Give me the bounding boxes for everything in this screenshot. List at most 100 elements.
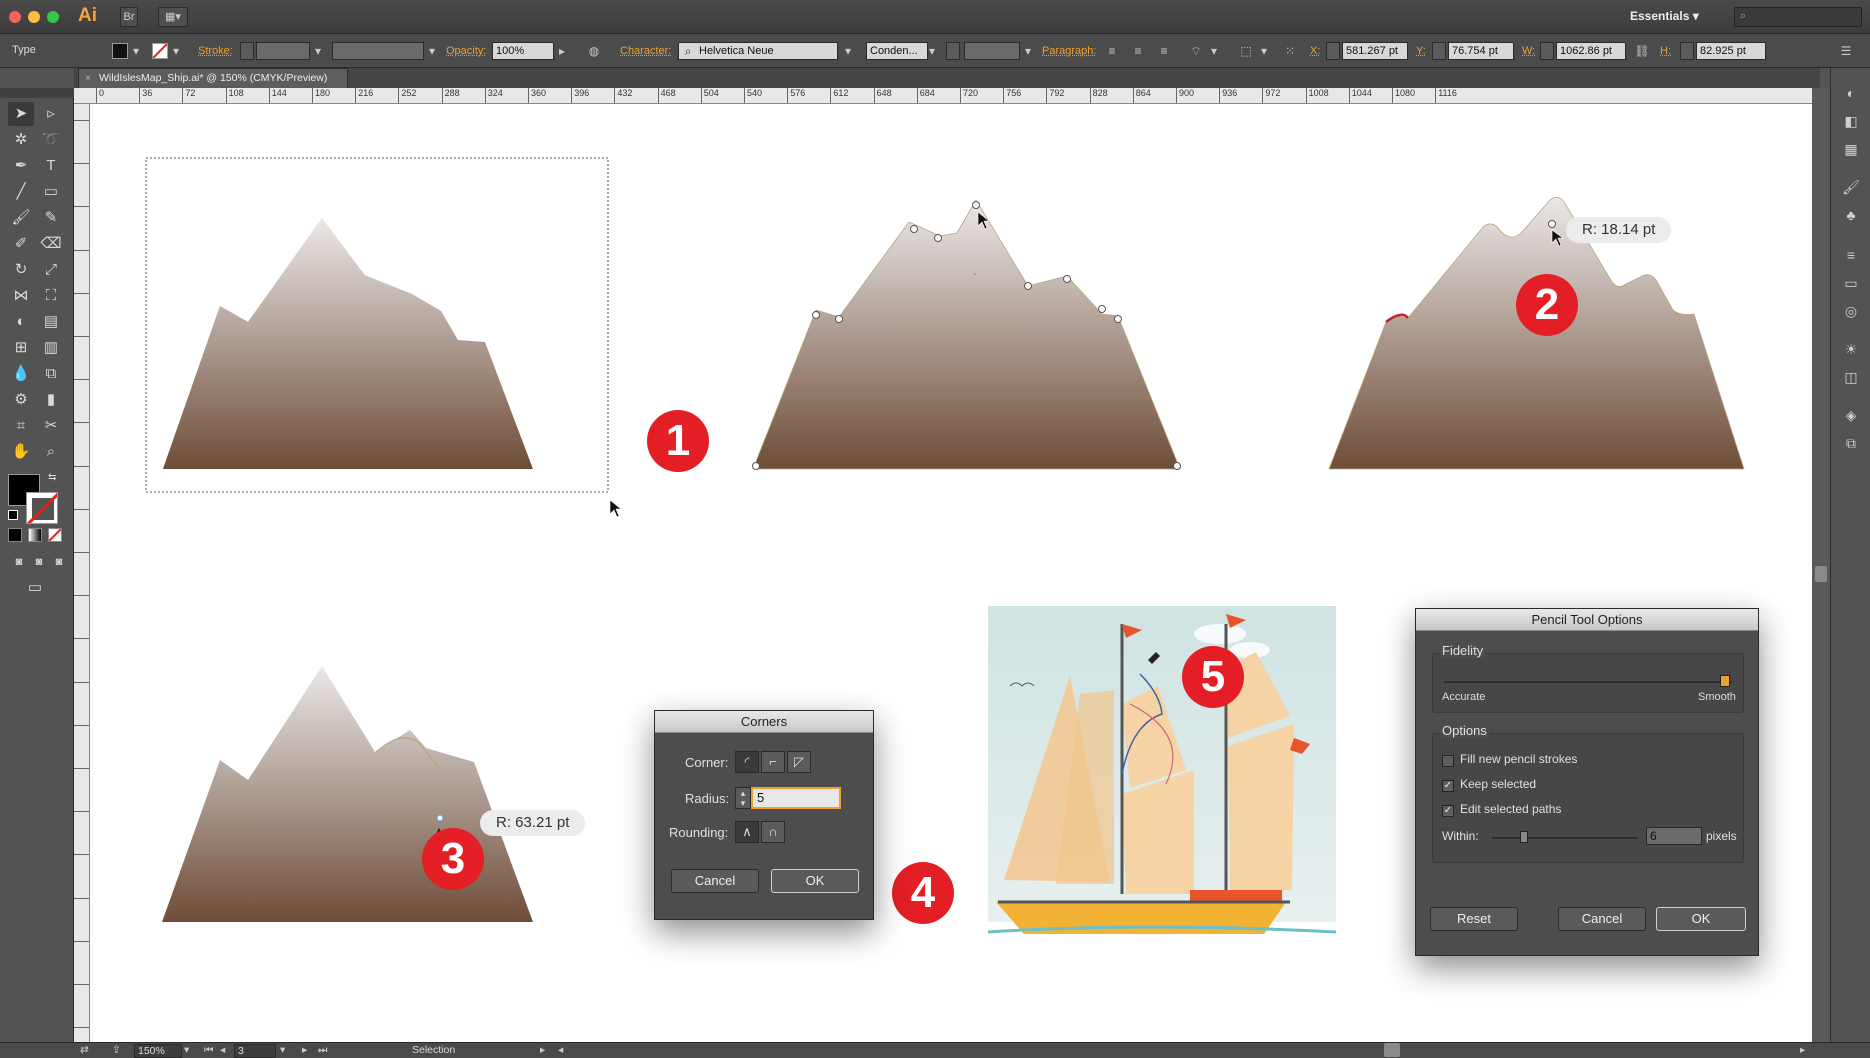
corner-round-button[interactable]: ◜: [735, 751, 759, 773]
eraser-tool-icon[interactable]: ⌫: [38, 232, 64, 256]
font-size-input[interactable]: [964, 42, 1020, 60]
fidelity-slider-track[interactable]: [1444, 681, 1732, 683]
pencil-ok-button[interactable]: OK: [1656, 907, 1746, 931]
radius-input[interactable]: 5: [751, 787, 841, 809]
within-input[interactable]: 6: [1646, 827, 1702, 845]
scroll-left-arrow[interactable]: ◂: [558, 1044, 563, 1056]
opacity-label[interactable]: Opacity:: [446, 45, 486, 57]
fill-dropdown-arrow[interactable]: ▾: [128, 43, 144, 59]
help-search-input[interactable]: ⌕: [1734, 7, 1862, 27]
line-tool-icon[interactable]: ╱: [8, 180, 34, 204]
gradient-panel-icon[interactable]: ▭: [1839, 272, 1863, 294]
h-label[interactable]: H:: [1660, 45, 1671, 57]
close-document-icon[interactable]: ×: [85, 69, 91, 87]
swatches-icon[interactable]: ▦: [1839, 138, 1863, 160]
stroke-color-swatch[interactable]: [26, 492, 58, 524]
mountain-step-3[interactable]: [162, 666, 533, 922]
recolor-artwork-icon[interactable]: ◍: [586, 43, 602, 59]
keep-selected-checkbox[interactable]: ✓: [1442, 780, 1454, 792]
x-stepper[interactable]: [1326, 42, 1340, 60]
horizontal-ruler[interactable]: 0 36 72 108 144 180 216 252 288 324 360 396 432 468 50…: [74, 88, 1820, 104]
artboard-tool-icon[interactable]: ⌗: [8, 414, 34, 438]
status-link-icon[interactable]: ⇄: [80, 1044, 89, 1056]
artboard-dropdown[interactable]: ▾: [280, 1044, 285, 1056]
eyedropper-tool-icon[interactable]: 💧: [8, 362, 34, 386]
pencil-tool-icon[interactable]: ✎: [38, 206, 64, 230]
blob-brush-tool-icon[interactable]: ✐: [8, 232, 34, 256]
shape-builder-tool-icon[interactable]: ◐: [8, 310, 34, 334]
mountain-with-anchors[interactable]: [752, 199, 1181, 470]
brushes-icon[interactable]: 🖌: [1839, 176, 1863, 198]
color-mode-icon[interactable]: [8, 528, 22, 542]
transform-reference-icon[interactable]: ⁙: [1282, 43, 1298, 59]
layers-icon[interactable]: ◈: [1839, 404, 1863, 426]
font-family-input[interactable]: Helvetica Neue: [678, 42, 838, 60]
w-input[interactable]: 1062.86 pt: [1556, 42, 1626, 60]
brush-definition-dropdown[interactable]: ▾: [424, 43, 440, 59]
color-guide-icon[interactable]: ◐: [1839, 82, 1863, 104]
lasso-tool-icon[interactable]: ➰: [38, 128, 64, 152]
stroke-weight-stepper[interactable]: [240, 42, 254, 60]
pencil-reset-button[interactable]: Reset: [1430, 907, 1518, 931]
blend-tool-icon[interactable]: ⧉: [38, 362, 64, 386]
fidelity-slider-thumb[interactable]: [1720, 675, 1730, 687]
column-graph-tool-icon[interactable]: ▮: [38, 388, 64, 412]
artboard-canvas[interactable]: 1 2 3 4 5 6 R: 18.14 pt R: 63.21 pt Corn…: [90, 104, 1812, 1042]
mesh-tool-icon[interactable]: ⊞: [8, 336, 34, 360]
character-label[interactable]: Character:: [620, 45, 671, 57]
magic-wand-tool-icon[interactable]: ✲: [8, 128, 34, 152]
corners-cancel-button[interactable]: Cancel: [671, 869, 759, 893]
zoom-window-button[interactable]: [47, 11, 59, 23]
radius-stepper[interactable]: ▴ ▾: [735, 787, 751, 809]
corner-inverted-button[interactable]: ⌐: [761, 751, 785, 773]
next-artboard-icon[interactable]: ▸: [302, 1044, 307, 1056]
font-style-dropdown[interactable]: ▾: [924, 43, 940, 59]
rounding-absolute-button[interactable]: ∧: [735, 821, 759, 843]
fill-swatch[interactable]: [112, 43, 128, 59]
status-share-icon[interactable]: ⇪: [112, 1044, 121, 1056]
stroke-swatch[interactable]: [152, 43, 168, 59]
tools-panel-header[interactable]: [0, 88, 74, 98]
x-input[interactable]: 581.267 pt: [1342, 42, 1408, 60]
arrange-documents-button[interactable]: ▦▾: [158, 7, 188, 27]
hand-tool-icon[interactable]: ✋: [8, 440, 34, 464]
scroll-right-arrow[interactable]: ▸: [1800, 1044, 1805, 1056]
pencil-cancel-button[interactable]: Cancel: [1558, 907, 1646, 931]
paragraph-label[interactable]: Paragraph:: [1042, 45, 1096, 57]
zoom-dropdown[interactable]: ▾: [184, 1044, 189, 1056]
first-artboard-icon[interactable]: ⏮: [204, 1044, 213, 1057]
previous-artboard-icon[interactable]: ◂: [220, 1044, 225, 1056]
font-family-dropdown[interactable]: ▾: [840, 43, 856, 59]
align-right-icon[interactable]: ≡: [1156, 43, 1172, 59]
font-size-stepper[interactable]: [946, 42, 960, 60]
minimize-window-button[interactable]: [28, 11, 40, 23]
align-left-icon[interactable]: ≡: [1104, 43, 1120, 59]
gradient-tool-icon[interactable]: ▥: [38, 336, 64, 360]
variable-width-profile[interactable]: [332, 42, 424, 60]
appearance-icon[interactable]: ☀: [1839, 338, 1863, 360]
last-artboard-icon[interactable]: ⏭: [318, 1044, 327, 1057]
scale-tool-icon[interactable]: ⤢: [38, 258, 64, 282]
y-label[interactable]: Y:: [1416, 45, 1426, 57]
align-center-icon[interactable]: ≡: [1130, 43, 1146, 59]
stroke-weight-input[interactable]: [256, 42, 310, 60]
control-panel-menu-icon[interactable]: ☰: [1838, 43, 1854, 59]
rotate-tool-icon[interactable]: ↻: [8, 258, 34, 282]
paintbrush-tool-icon[interactable]: 🖌: [8, 206, 34, 230]
artboards-icon[interactable]: ⧉: [1839, 432, 1863, 454]
graphic-styles-icon[interactable]: ◫: [1839, 366, 1863, 388]
close-window-button[interactable]: [9, 11, 21, 23]
symbol-sprayer-tool-icon[interactable]: ⚙: [8, 388, 34, 412]
align-to-icon[interactable]: ⬚: [1238, 43, 1254, 59]
status-tool-label[interactable]: Selection: [412, 1044, 455, 1056]
corner-chamfer-button[interactable]: ◸: [787, 751, 811, 773]
y-stepper[interactable]: [1432, 42, 1446, 60]
width-tool-icon[interactable]: ⋈: [8, 284, 34, 308]
swap-fill-stroke-icon[interactable]: ⇆: [48, 472, 56, 483]
direct-selection-tool-icon[interactable]: ▹: [38, 102, 64, 126]
edit-selected-paths-checkbox[interactable]: ✓: [1442, 805, 1454, 817]
screen-mode-icon[interactable]: ▭: [22, 576, 48, 600]
selection-tool-icon[interactable]: ➤: [8, 102, 34, 126]
rounding-relative-button[interactable]: ∩: [761, 821, 785, 843]
fill-new-strokes-checkbox[interactable]: [1442, 755, 1454, 767]
